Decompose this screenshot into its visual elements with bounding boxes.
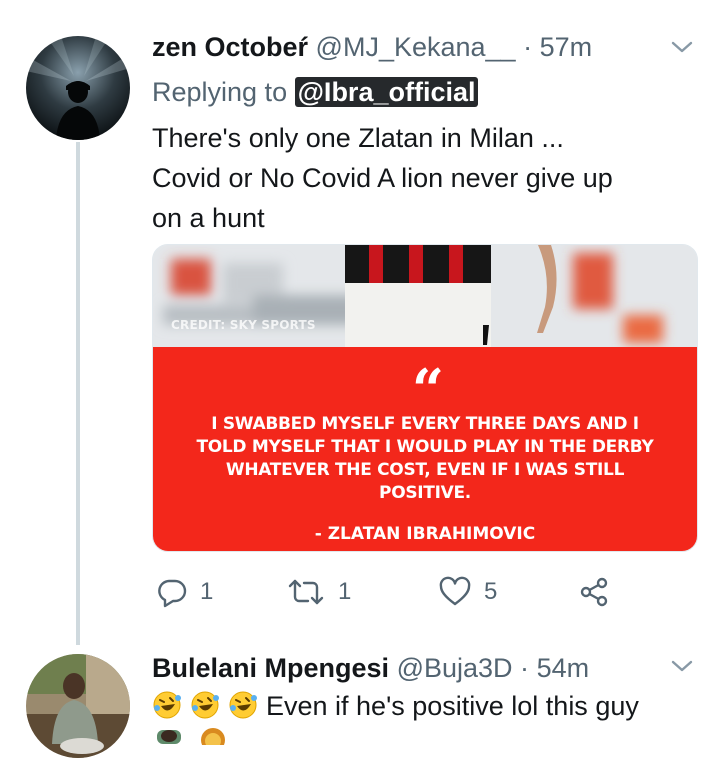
quote-line: I SWABBED MYSELF EVERY THREE DAYS AND I xyxy=(211,414,639,434)
rofl-emoji-icon xyxy=(191,691,219,719)
emoji-row-partial xyxy=(152,728,232,745)
timestamp[interactable]: 54m xyxy=(537,653,590,683)
player-photo: CREDIT: SKY SPORTS xyxy=(153,245,697,347)
avatar-zen-october[interactable] xyxy=(26,36,130,140)
tweet-text-line: There's only one Zlatan in Milan ... xyxy=(152,123,564,153)
rofl-emoji-icon xyxy=(229,691,257,719)
media-image[interactable]: CREDIT: SKY SPORTS “ I SWABBED MYSELF EV… xyxy=(152,244,698,552)
chevron-down-icon[interactable] xyxy=(668,652,696,680)
chevron-down-icon[interactable] xyxy=(668,33,696,61)
share-icon xyxy=(580,577,608,607)
separator-dot: · xyxy=(523,32,533,62)
quote-mark: “ xyxy=(411,357,444,423)
person-emoji-icon xyxy=(157,730,181,744)
tweet-text-line: Even if he's positive lol this guy xyxy=(266,691,639,721)
quote-line: POSITIVE. xyxy=(379,483,471,503)
rofl-emoji-icon xyxy=(153,691,181,719)
tweet-text-line: Covid or No Covid A lion never give up xyxy=(152,163,613,193)
reply-icon xyxy=(158,579,187,608)
replying-to-label: Replying to xyxy=(152,77,288,107)
tweet-actions: 1 1 5 xyxy=(152,572,622,612)
retweet-icon xyxy=(288,579,324,605)
reply-button[interactable]: 1 xyxy=(156,572,213,612)
tweet-text-line: on a hunt xyxy=(152,203,265,233)
tweet-header: zen Octobeŕ @MJ_Kekana__ · 57m xyxy=(152,31,592,63)
retweet-count: 1 xyxy=(338,578,352,605)
mention-link[interactable]: @Ibra_official xyxy=(294,77,479,107)
like-button[interactable]: 5 xyxy=(438,572,497,612)
user-handle[interactable]: @Buja3D xyxy=(397,653,513,683)
image-credit: CREDIT: SKY SPORTS xyxy=(171,318,316,332)
lion-emoji-icon xyxy=(201,728,225,745)
tweet-1[interactable]: zen Octobeŕ @MJ_Kekana__ · 57m Replying … xyxy=(0,0,720,645)
timestamp[interactable]: 57m xyxy=(540,32,593,62)
quote-line: WHATEVER THE COST, EVEN IF I WAS STILL xyxy=(225,460,625,480)
tweet-header: Bulelani Mpengesi @Buja3D · 54m xyxy=(152,652,589,684)
share-button[interactable] xyxy=(578,572,610,612)
display-name[interactable]: zen Octobeŕ xyxy=(152,32,308,62)
user-handle[interactable]: @MJ_Kekana__ xyxy=(316,32,516,62)
like-count: 5 xyxy=(484,578,498,605)
avatar-bulelani[interactable] xyxy=(26,654,130,758)
quote-author: - ZLATAN IBRAHIMOVIC xyxy=(314,524,536,544)
tweet-text: Even if he's positive lol this guy xyxy=(152,686,639,726)
replying-to: Replying to @Ibra_official xyxy=(152,76,479,108)
separator-dot: · xyxy=(520,653,530,683)
heart-icon xyxy=(439,576,471,606)
reply-count: 1 xyxy=(200,578,214,605)
thread-line xyxy=(76,142,80,645)
tweet-text: There's only one Zlatan in Milan ... Cov… xyxy=(152,118,697,238)
quote-line: TOLD MYSELF THAT I WOULD PLAY IN THE DER… xyxy=(196,437,654,457)
quote-panel: “ I SWABBED MYSELF EVERY THREE DAYS AND … xyxy=(153,347,697,551)
quote-text: I SWABBED MYSELF EVERY THREE DAYS AND I … xyxy=(183,413,667,505)
retweet-button[interactable]: 1 xyxy=(286,572,351,612)
display-name[interactable]: Bulelani Mpengesi xyxy=(152,653,389,683)
